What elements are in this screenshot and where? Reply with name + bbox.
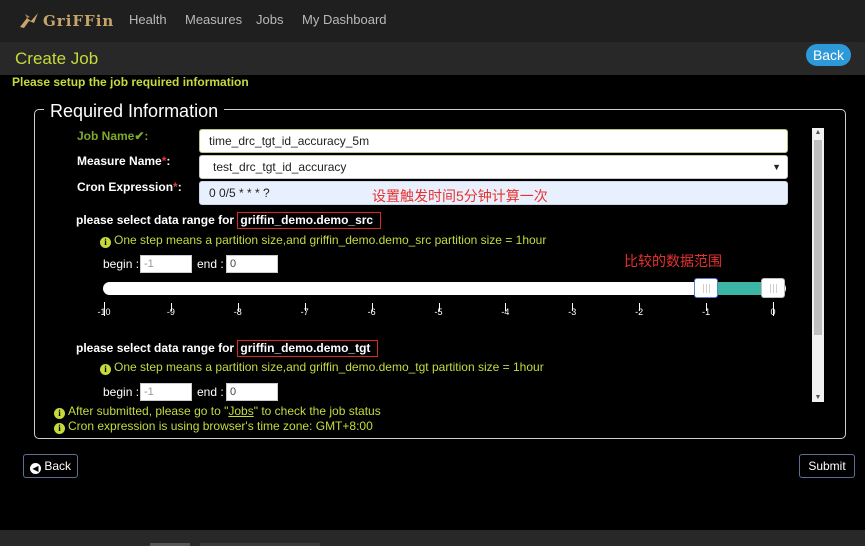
app-logo[interactable]: GriFFin (18, 9, 114, 33)
nav-health[interactable]: Health (129, 12, 167, 27)
page-title: Create Job (15, 49, 99, 68)
back-button[interactable]: ◀ Back (23, 454, 78, 478)
range-annotation: 比较的数据范围 (624, 253, 722, 269)
submit-button[interactable]: Submit (799, 454, 855, 478)
tgt-partition-hint: i One step means a partition size,and gri… (100, 360, 544, 375)
slider-tick-label: -6 (367, 307, 376, 317)
slider-tick-label: -3 (568, 307, 577, 317)
tgt-end-label: end : (197, 385, 224, 399)
timezone-note: i Cron expression is using browser's time… (54, 419, 373, 434)
tgt-end-input[interactable]: 0 (226, 383, 278, 401)
scroll-down-icon[interactable]: ▼ (812, 394, 824, 401)
info-circle-icon: i (100, 364, 111, 375)
measure-name-select[interactable]: test_drc_tgt_id_accuracy ▼ (199, 155, 788, 179)
src-begin-input[interactable]: -1 (140, 255, 192, 273)
cron-expression-label: Cron Expression*: (77, 180, 182, 194)
src-range-title: please select data range for griffin_dem… (76, 212, 382, 229)
caret-down-icon: ▼ (772, 162, 781, 172)
slider-track[interactable] (103, 282, 786, 295)
measure-name-label: Measure Name*: (77, 154, 171, 168)
src-end-input[interactable]: 0 (226, 255, 278, 273)
src-partition-hint: i One step means a partition size,and gri… (100, 233, 546, 248)
slider-tick-label: -2 (635, 307, 644, 317)
nav-jobs[interactable]: Jobs (256, 12, 283, 27)
fieldset-legend: Required Information (44, 101, 225, 122)
slider-tick-label: -10 (97, 307, 111, 317)
jobs-link[interactable]: Jobs (228, 404, 253, 418)
info-circle-icon: i (100, 237, 111, 248)
info-circle-icon: i (54, 423, 65, 434)
app-name: GriFFin (43, 12, 115, 30)
slider-tick-label: -5 (434, 307, 443, 317)
measure-name-value: test_drc_tgt_id_accuracy (213, 160, 347, 174)
scroll-up-icon[interactable]: ▲ (812, 129, 824, 136)
page-header (0, 42, 865, 75)
tgt-begin-label: begin : (103, 385, 140, 399)
slider-end-handle[interactable] (761, 278, 785, 298)
job-name-input[interactable]: time_drc_tgt_id_accuracy_5m (199, 129, 788, 153)
info-circle-icon: i (54, 408, 65, 419)
form-scrollbar[interactable]: ▲ ▼ (812, 128, 824, 402)
src-begin-label: begin : (103, 257, 140, 271)
nav-my-dashboard[interactable]: My Dashboard (302, 12, 387, 27)
src-source-name: griffin_demo.demo_src (237, 212, 382, 229)
slider-begin-handle[interactable] (694, 278, 719, 298)
cron-annotation: 设置触发时间5分钟计算一次 (372, 188, 548, 204)
src-end-label: end : (197, 257, 224, 271)
arrow-circle-left-icon: ◀ (29, 463, 41, 474)
slider-tick-label: -1 (702, 307, 711, 317)
tgt-source-name: griffin_demo.demo_tgt (237, 340, 379, 357)
check-icon: ✔ (134, 129, 145, 143)
top-navbar: GriFFin Health Measures Jobs My Dashboar… (0, 0, 865, 42)
slider-tick-label: -8 (233, 307, 242, 317)
job-name-label: Job Name✔: (77, 129, 149, 143)
nav-measures[interactable]: Measures (185, 12, 242, 27)
page-subtitle: Please setup the job required informatio… (12, 75, 249, 89)
back-button-top[interactable]: Back (806, 44, 851, 66)
submit-note: i After submitted, please go to "Jobs" to… (54, 404, 381, 419)
slider-tick-label: -9 (166, 307, 175, 317)
tgt-range-title: please select data range for griffin_dem… (76, 340, 379, 357)
griffin-logo-icon (20, 13, 38, 28)
bottom-scroll-area (0, 530, 865, 546)
tgt-begin-input[interactable]: -1 (140, 383, 192, 401)
slider-tick-label: 0 (770, 307, 776, 317)
slider-tick-label: -4 (501, 307, 510, 317)
scroll-thumb[interactable] (814, 140, 822, 335)
slider-tick-label: -7 (300, 307, 309, 317)
